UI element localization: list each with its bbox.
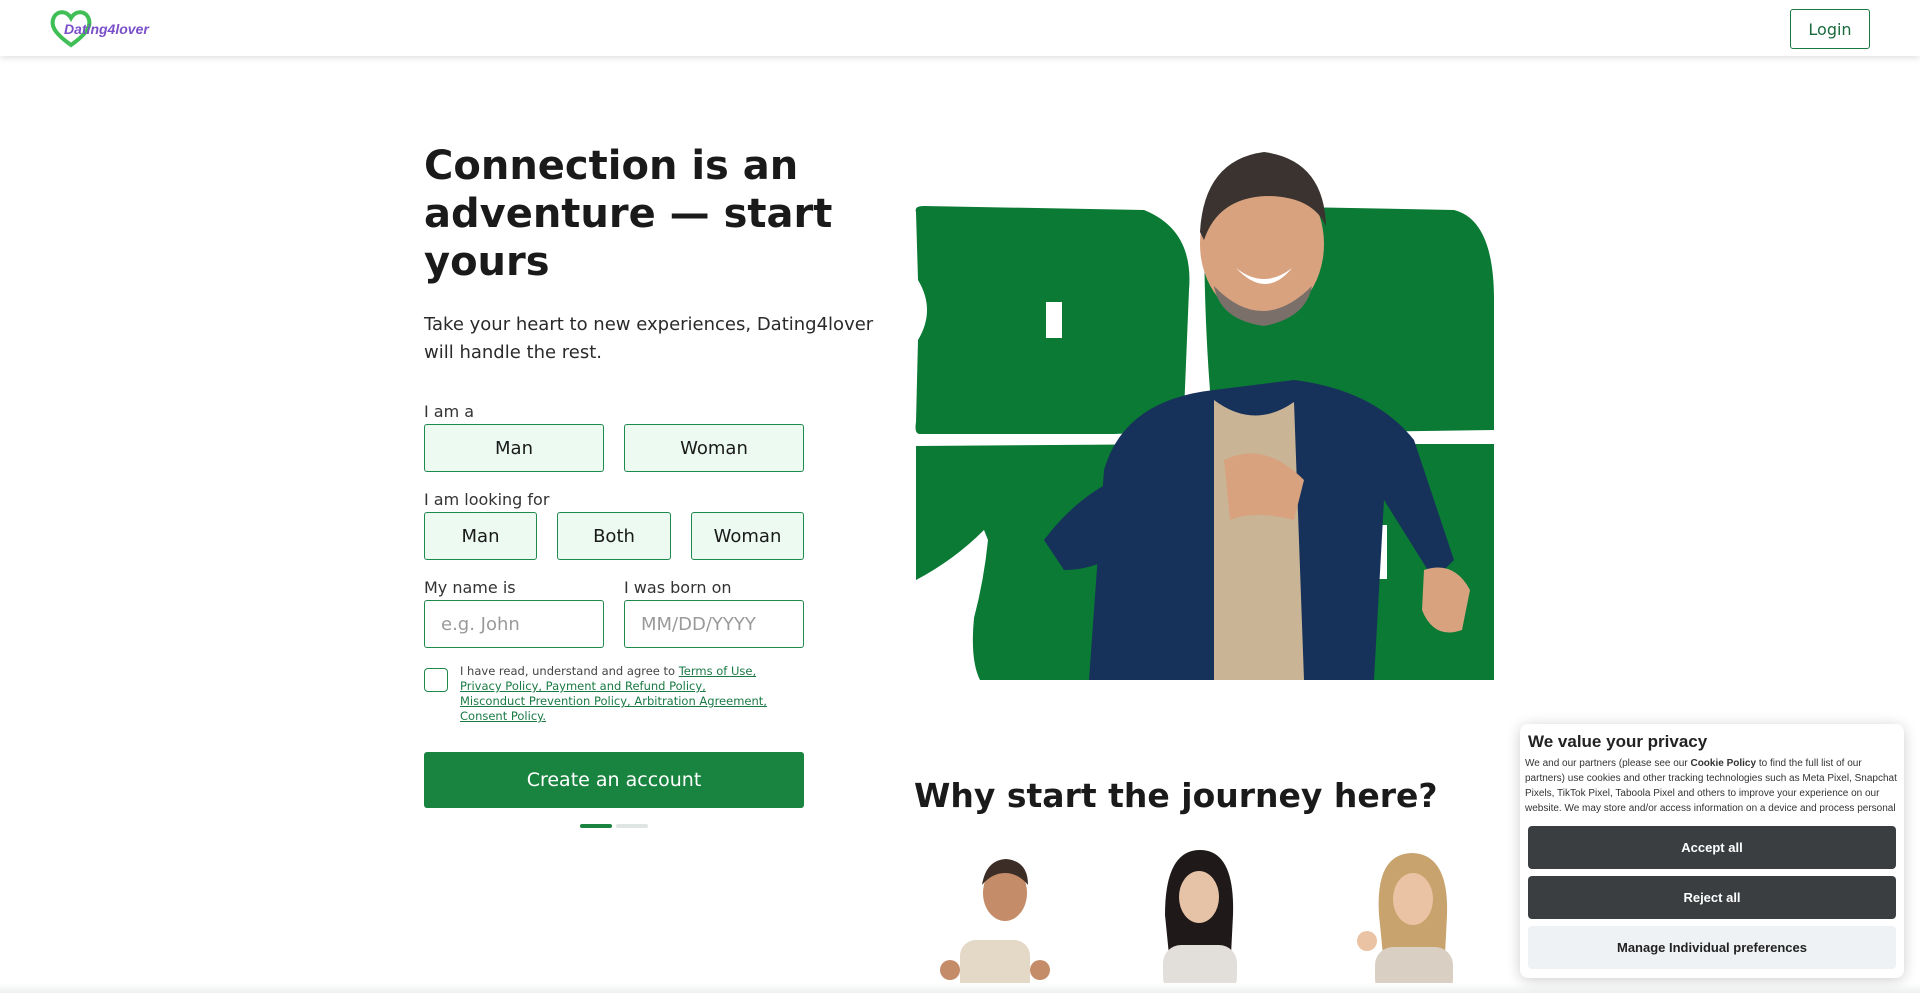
logo-text: Dating4lover bbox=[64, 21, 149, 37]
born-label: I was born on bbox=[624, 578, 732, 597]
accept-all-button[interactable]: Accept all bbox=[1528, 826, 1896, 869]
hero-illustration bbox=[915, 152, 1494, 680]
terms-text: I have read, understand and agree to Ter… bbox=[460, 664, 800, 724]
name-input[interactable]: e.g. John bbox=[424, 600, 604, 648]
misconduct-policy-link[interactable]: Misconduct Prevention Policy, Arbitratio… bbox=[460, 694, 767, 708]
gender-woman-button[interactable]: Woman bbox=[624, 424, 804, 472]
cookie-title: We value your privacy bbox=[1528, 732, 1708, 751]
seeking-man-button[interactable]: Man bbox=[424, 512, 537, 560]
logo[interactable]: Dating4lover bbox=[48, 7, 149, 49]
terms-of-use-link[interactable]: Terms of Use, bbox=[679, 664, 756, 678]
seeking-both-button[interactable]: Both bbox=[557, 512, 671, 560]
why-title: Why start the journey here? bbox=[914, 776, 1438, 815]
name-label: My name is bbox=[424, 578, 516, 597]
hero-subtitle: Take your heart to new experiences, Dati… bbox=[424, 314, 874, 363]
site-header: Dating4lover Login bbox=[0, 0, 1920, 56]
login-button[interactable]: Login bbox=[1790, 9, 1870, 49]
hero-title: Connection is an adventure — start yours bbox=[424, 143, 833, 285]
privacy-policy-link[interactable]: Privacy Policy, Payment and Refund Polic… bbox=[460, 679, 706, 693]
person-photo-1 bbox=[940, 859, 1050, 993]
cookie-text-before: We and our partners (please see our bbox=[1525, 758, 1688, 769]
step-dot bbox=[616, 824, 648, 828]
step-dot-active bbox=[580, 824, 612, 828]
birthdate-input[interactable]: MM/DD/YYYY bbox=[624, 600, 804, 648]
cookie-policy-link[interactable]: Cookie Policy bbox=[1690, 758, 1756, 769]
manage-preferences-button[interactable]: Manage Individual preferences bbox=[1528, 926, 1896, 969]
consent-policy-link[interactable]: Consent Policy. bbox=[460, 709, 546, 723]
terms-prefix: I have read, understand and agree to bbox=[460, 664, 676, 678]
create-account-button[interactable]: Create an account bbox=[424, 752, 804, 808]
cookie-consent-dialog: We value your privacy We and our partner… bbox=[1520, 724, 1904, 978]
person-photo-2 bbox=[1163, 850, 1237, 993]
step-indicator bbox=[580, 824, 648, 828]
page-bottom-edge bbox=[0, 983, 1920, 993]
seeking-label: I am looking for bbox=[424, 490, 550, 509]
seeking-woman-button[interactable]: Woman bbox=[691, 512, 804, 560]
gender-man-button[interactable]: Man bbox=[424, 424, 604, 472]
terms-checkbox[interactable] bbox=[424, 668, 448, 692]
gender-label: I am a bbox=[424, 402, 475, 421]
person-photo-3 bbox=[1357, 853, 1453, 993]
reject-all-button[interactable]: Reject all bbox=[1528, 876, 1896, 919]
